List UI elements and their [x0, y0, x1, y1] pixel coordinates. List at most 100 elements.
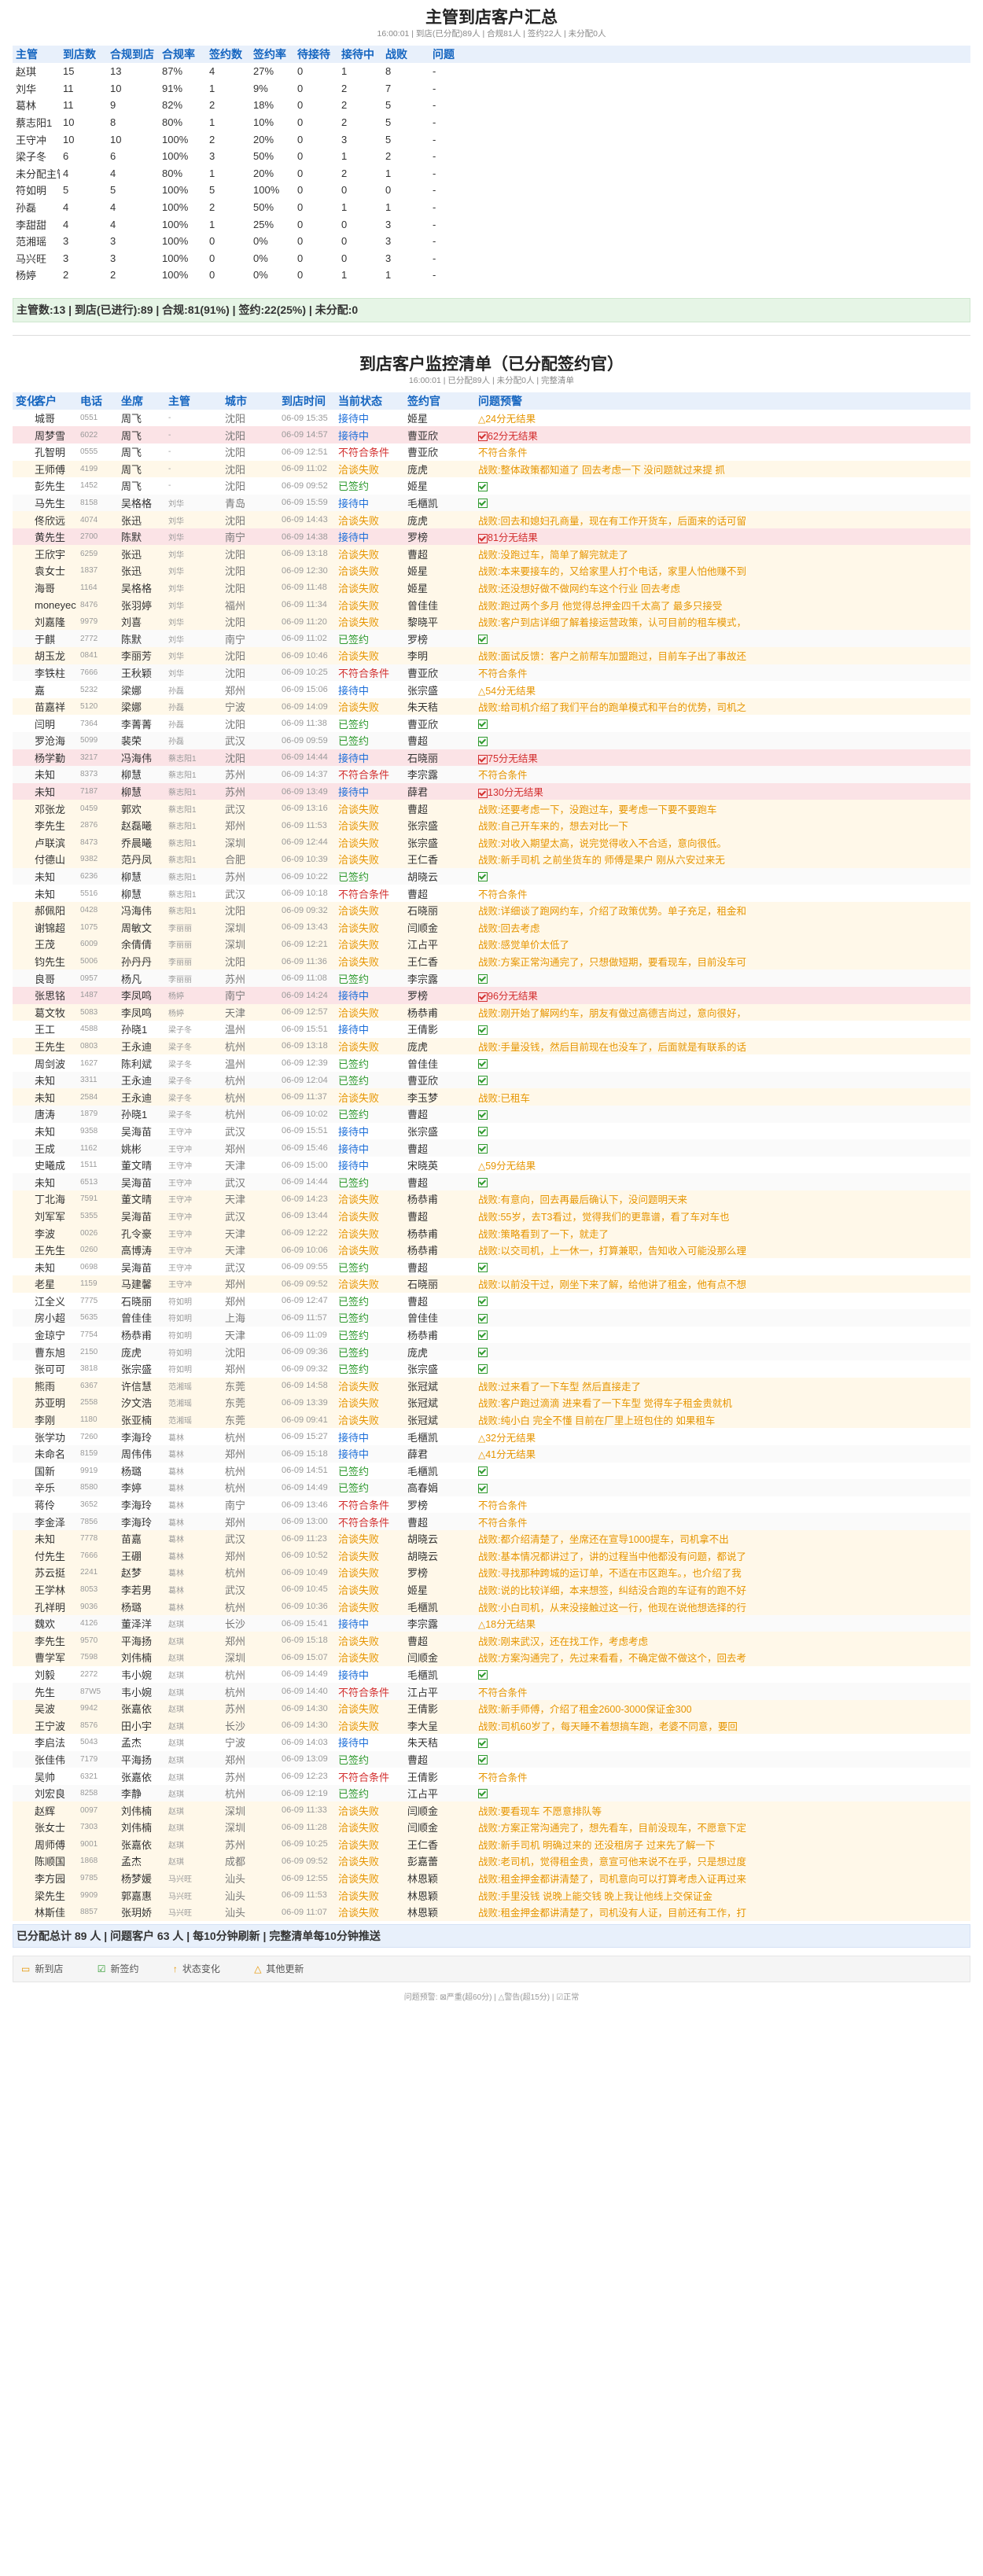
monitor-cell: 1164 [80, 583, 98, 592]
issue-text: 战败:都介绍清楚了，坐席还在宣导1000提车，司机拿不出 [478, 1534, 729, 1546]
monitor-cell: 06-09 15:51 [282, 1126, 328, 1136]
monitor-cell [13, 1717, 31, 1734]
monitor-total-bar: 已分配总计 89 人 | 问题客户 63 人 | 每10分钟刷新 | 完整清单每… [13, 1923, 970, 1948]
monitor-cell: 06-09 13:39 [282, 1397, 328, 1408]
monitor-cell: 毛櫃凯 [407, 497, 439, 510]
monitor-cell: 曹超 [407, 548, 429, 561]
monitor-cell: 王倩影 [407, 1703, 439, 1716]
issue-text: 战败:老司机，觉得租金贵，意宣可他来说不在乎，只是想过度 [478, 1857, 746, 1868]
monitor-cell: 天津 [225, 1160, 246, 1172]
summary-cell: 10% [253, 116, 274, 129]
monitor-cell: 石晓丽 [407, 905, 439, 918]
monitor-cell: 苗嘉 [121, 1533, 142, 1546]
summary-cell: 4 [110, 201, 116, 214]
monitor-cell: 王成 [35, 1143, 56, 1155]
summary-row: 蔡志阳1 10 8 80% 1 10% 0 2 5 - [13, 114, 970, 131]
monitor-cell: 彭嘉蕾 [407, 1856, 439, 1868]
monitor-cell: 4074 [80, 515, 98, 524]
monitor-cell: 06-09 10:52 [282, 1551, 328, 1561]
legend-note: 问题预警: ⊠严重(超60分) | △警告(超15分) | ☑正常 [403, 1993, 580, 2002]
monitor-cell: 孙磊 [168, 686, 184, 696]
issue-cell: 战败:跑过两个多月 他觉得总押金四千太高了 最多只接受 [475, 596, 970, 613]
issue-text: 战败:整体政策都知道了 回去考虑一下 没问题就过来提 抓 [478, 464, 725, 476]
monitor-cell: 王守冲 [168, 1145, 192, 1154]
monitor-cell: 4588 [80, 1025, 98, 1034]
monitor-cell: 张宗盛 [407, 684, 439, 697]
monitor-row: moneyec!! 8476 张羽婷 刘华 福州 06-09 11:34 洽谈失败 曾佳佳 战败… [13, 596, 970, 613]
arrow-up-icon: ↑ [172, 1963, 178, 1974]
monitor-cell: 洽谈失败 [338, 599, 380, 612]
monitor-cell [13, 528, 31, 546]
summary-cell: 2 [209, 99, 215, 112]
monitor-cell: 马兴旺 [168, 1875, 192, 1885]
monitor-cell: 洽谈失败 [338, 854, 380, 867]
monitor-cell [13, 1700, 31, 1717]
monitor-cell [13, 664, 31, 682]
monitor-cell [13, 1479, 31, 1496]
summary-cell: 87% [162, 65, 183, 78]
monitor-cell: 苏州 [225, 786, 246, 799]
monitor-cell: 苏州 [225, 769, 246, 782]
monitor-cell: 洽谈失败 [338, 616, 380, 629]
monitor-cell: 葛林 [168, 1485, 184, 1494]
monitor-cell: 06-09 11:09 [282, 1330, 327, 1340]
check-icon [478, 1313, 488, 1323]
summary-cell: - [433, 82, 436, 94]
monitor-cell: 不符合条件 [338, 447, 390, 459]
monitor-row: 未知 7778 苗嘉 葛林 武汉 06-09 11:23 洽谈失败 胡晓云 战败:都介绍清楚了，… [13, 1529, 970, 1547]
issue-text: 54分无结果 [485, 685, 536, 697]
monitor-cell: 06-09 13:46 [282, 1500, 328, 1510]
monitor-cell: 梁子冬 [168, 1026, 192, 1036]
monitor-cell: 已签约 [338, 1482, 370, 1495]
issue-text: 战败:跑过两个多月 他觉得总押金四千太高了 最多只接受 [478, 600, 723, 612]
monitor-cell: 06-09 09:41 [282, 1415, 328, 1425]
monitor-cell: 6513 [80, 1177, 98, 1187]
monitor-cell: 7591 [80, 1194, 98, 1204]
monitor-cell [13, 1904, 31, 1921]
monitor-cell: 杭州 [225, 1567, 246, 1580]
summary-cell: 0 [297, 167, 304, 179]
monitor-cell: 陈利斌 [121, 1058, 153, 1070]
monitor-cell: 江占平 [407, 1788, 439, 1801]
issue-text: 41分无结果 [485, 1449, 536, 1461]
check-icon [478, 634, 488, 644]
monitor-cell: 周梦雪 [35, 429, 66, 442]
monitor-cell: 罗榜 [407, 532, 429, 544]
monitor-cell: 06-09 13:18 [282, 549, 328, 559]
monitor-cell: 赵梦 [121, 1567, 142, 1580]
issue-text: 战败:55岁，去T3看过，觉得我们的更靠谱，看了车对车也 [478, 1211, 730, 1223]
monitor-cell: 刘华 [168, 517, 184, 526]
issue-text: 不符合条件 [478, 1517, 528, 1529]
summary-row: 未分配主管4480%120%021- [13, 165, 970, 182]
monitor-cell: 柳慧 [121, 786, 142, 799]
monitor-cell: 郑州 [225, 1279, 246, 1291]
monitor-cell: 田小宇 [121, 1720, 153, 1732]
monitor-cell: 刘喜 [121, 616, 142, 629]
monitor-cell: 杭州 [225, 1788, 246, 1801]
monitor-cell [13, 1428, 31, 1445]
monitor-cell: 刘华 [168, 534, 184, 543]
summary-cell: 100% [162, 252, 189, 264]
monitor-cell: 1879 [80, 1110, 98, 1119]
monitor-cell: 杭州 [225, 1109, 246, 1121]
monitor-cell: 曹超 [407, 735, 429, 748]
monitor-cell: 毛櫃凯 [407, 1431, 439, 1444]
monitor-cell: 赵琪 [168, 1722, 184, 1731]
monitor-cell: 王永迪 [121, 1091, 153, 1104]
monitor-cell: 吴海苗 [121, 1210, 153, 1223]
issue-cell: 战败:老司机，觉得租金贵，意宣可他来说不在乎，只是想过度 [475, 1853, 970, 1870]
monitor-row: 葛文牧 5083 李凤鸣 杨婷 天津 06-09 12:57 洽谈失败 杨恭甫 战败:刚开始了解… [13, 1003, 970, 1021]
monitor-cell: 接待中 [338, 786, 370, 799]
monitor-cell: 0957 [80, 973, 98, 983]
monitor-cell: 已签约 [338, 1176, 370, 1189]
summary-cell: 4 [209, 65, 215, 78]
issue-cell: 战败:自己开车来的，想去对比一下 [475, 817, 970, 834]
issue-text: 战败:刚来武汉，还在找工作，考虑考虑 [478, 1636, 648, 1647]
monitor-cell: 洽谈失败 [338, 820, 380, 833]
monitor-cell: 王工 [35, 1024, 56, 1036]
issue-cell [475, 1360, 970, 1378]
monitor-cell: 06-09 09:36 [282, 1347, 328, 1357]
issue-text: 战败:寻找那种跨城的运订单，不适在市区跑车。，也介绍了我 [478, 1568, 742, 1580]
monitor-row: 苏云挺 2241 赵梦 葛林 杭州 06-09 10:49 洽谈失败 罗榜 战败:寻找那种跨城的… [13, 1564, 970, 1581]
summary-cell: 赵琪 [16, 66, 37, 79]
